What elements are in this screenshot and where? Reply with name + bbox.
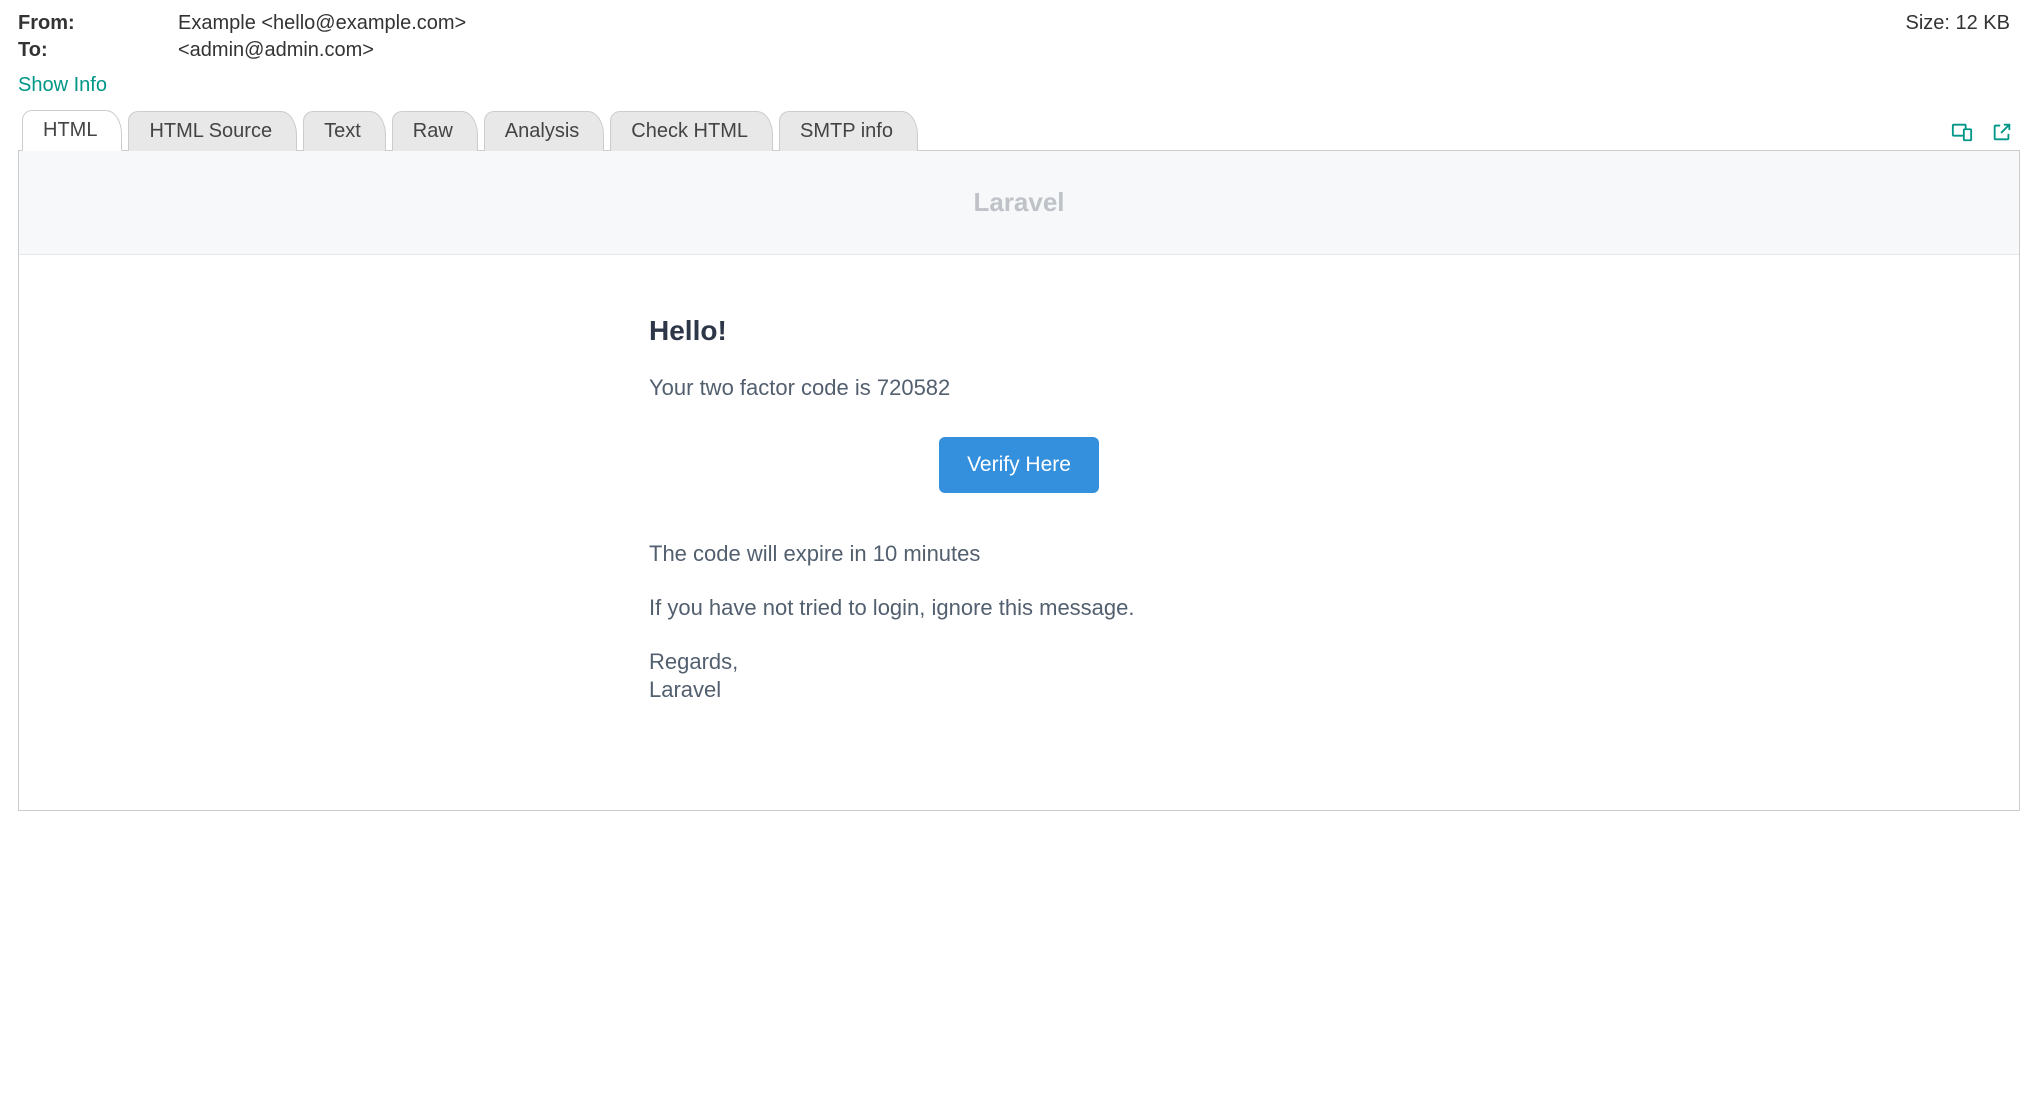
tab-raw[interactable]: Raw bbox=[392, 111, 478, 151]
email-signoff-2: Laravel bbox=[649, 677, 1389, 703]
from-value: Example <hello@example.com> bbox=[178, 12, 466, 35]
email-brand: Laravel bbox=[19, 187, 2019, 218]
email-signoff-1: Regards, bbox=[649, 649, 1389, 675]
email-greeting: Hello! bbox=[649, 315, 1389, 347]
show-info-link[interactable]: Show Info bbox=[18, 74, 107, 97]
preview-scroll[interactable]: Laravel Hello! Your two factor code is 7… bbox=[19, 151, 2019, 810]
email-brand-header: Laravel bbox=[19, 151, 2019, 255]
tab-html-source[interactable]: HTML Source bbox=[128, 111, 297, 151]
email-button-row: Verify Here bbox=[649, 437, 1389, 493]
open-external-icon[interactable] bbox=[1990, 120, 2014, 144]
from-label: From: bbox=[18, 12, 178, 35]
tabs: HTML HTML Source Text Raw Analysis Check… bbox=[18, 109, 2020, 151]
to-label: To: bbox=[18, 39, 178, 62]
from-row: From: Example <hello@example.com> bbox=[18, 12, 2020, 35]
to-value: <admin@admin.com> bbox=[178, 39, 374, 62]
tab-actions bbox=[1950, 120, 2020, 150]
preview-panel: Laravel Hello! Your two factor code is 7… bbox=[18, 151, 2020, 811]
tab-html[interactable]: HTML bbox=[22, 110, 122, 151]
email-warning-line: If you have not tried to login, ignore t… bbox=[649, 595, 1389, 621]
tab-check-html[interactable]: Check HTML bbox=[610, 111, 773, 151]
tab-smtp-info[interactable]: SMTP info bbox=[779, 111, 918, 151]
verify-button[interactable]: Verify Here bbox=[939, 437, 1099, 493]
email-expiry-line: The code will expire in 10 minutes bbox=[649, 541, 1389, 567]
email-code-line: Your two factor code is 720582 bbox=[649, 375, 1389, 401]
tab-analysis[interactable]: Analysis bbox=[484, 111, 604, 151]
tab-text[interactable]: Text bbox=[303, 111, 386, 151]
to-row: To: <admin@admin.com> bbox=[18, 39, 2020, 62]
email-body: Hello! Your two factor code is 720582 Ve… bbox=[649, 255, 1389, 810]
devices-icon[interactable] bbox=[1950, 120, 1974, 144]
size-label: Size: 12 KB bbox=[1905, 12, 2010, 35]
